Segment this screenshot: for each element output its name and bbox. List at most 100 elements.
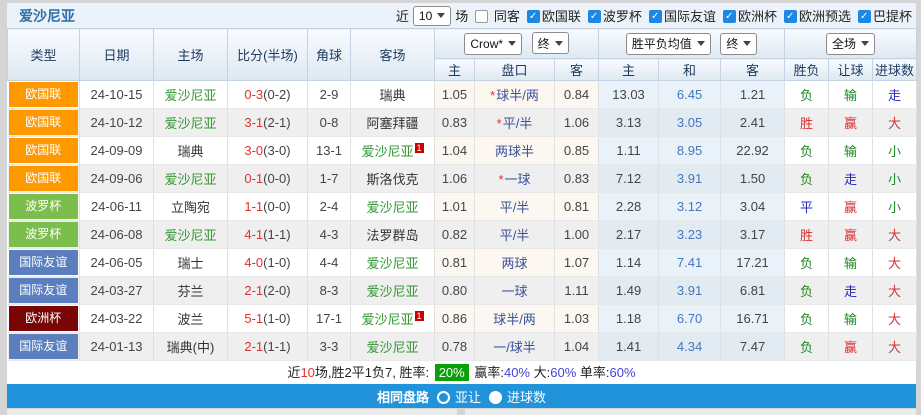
type-badge: 欧国联: [7, 80, 80, 109]
same-trend-radio-asia[interactable]: 亚让: [429, 387, 481, 406]
same-trend-radio-goals[interactable]: 进球数: [481, 387, 546, 406]
goals-result-cell: 大: [872, 332, 918, 361]
table-row: 欧国联 24-10-12 爱沙尼亚 3-1(2-1) 0-8 阿塞拜疆 0.83 *平/半 1.…: [7, 108, 918, 137]
europe-time-value: 终: [726, 37, 739, 51]
handicap-result-cell: 赢: [828, 332, 874, 361]
europe-mode-select[interactable]: 胜平负均值: [625, 32, 711, 55]
same-away-checkbox[interactable]: 同客: [468, 6, 520, 25]
europe-draw-odds: 3.23: [658, 220, 722, 249]
matches-tbody: 欧国联 24-10-15 爱沙尼亚 0-3(0-2) 2-9 瑞典 1.05 *球半/两 0.8…: [7, 80, 918, 361]
chevron-down-icon: [696, 41, 705, 50]
handicap-result-cell: 赢: [828, 220, 874, 249]
league-filters: 欧国联波罗杯国际友谊欧洲杯欧洲预选巴提杯: [520, 6, 912, 25]
league-filter-6[interactable]: 巴提杯: [851, 9, 912, 24]
handicap-result-cell: 输: [828, 304, 874, 333]
europe-time-select[interactable]: 终: [720, 32, 758, 55]
europe-draw-odds: 3.05: [658, 108, 722, 137]
type-badge: 欧国联: [7, 108, 80, 137]
goals-result-cell: 大: [872, 248, 918, 277]
corner-count: 4-3: [307, 220, 351, 249]
col-header-handicap: 盘口: [474, 58, 555, 81]
asia-time-select[interactable]: 终: [531, 32, 569, 55]
recent-count-select[interactable]: 10: [412, 5, 452, 26]
result-cell: 平: [784, 192, 830, 221]
stats-panel: 爱沙尼亚 近 10 场 同客 欧国联波罗杯国际友谊欧洲杯欧洲预选巴提杯: [7, 3, 918, 415]
league-filter-4[interactable]: 欧洲杯: [716, 9, 777, 24]
checkbox-checked-icon[interactable]: [587, 10, 601, 23]
checkbox-checked-icon[interactable]: [526, 10, 540, 23]
asia-away-odds: 0.83: [554, 164, 600, 193]
corner-count: 2-9: [307, 80, 351, 109]
filter-controls: 近 10 场 同客 欧国联波罗杯国际友谊欧洲杯欧洲预选巴提杯: [395, 5, 912, 26]
away-team: 爱沙尼亚: [350, 192, 435, 221]
table-row: 欧洲杯 24-03-22 波兰 5-1(1-0) 17-1 爱沙尼亚 1 0.86 球半/两 1.…: [7, 304, 918, 333]
result-cell: 负: [784, 332, 830, 361]
goals-result-cell: 小: [872, 192, 918, 221]
asia-handicap: 一/球半: [474, 332, 555, 361]
chevron-down-icon: [508, 41, 517, 50]
europe-draw-odds: 6.70: [658, 304, 722, 333]
league-filter-5[interactable]: 欧洲预选: [777, 9, 851, 24]
asia-handicap: *一球: [474, 164, 555, 193]
checkbox-checked-icon[interactable]: [783, 10, 797, 23]
chevron-down-icon: [437, 13, 446, 22]
away-team: 爱沙尼亚 1: [350, 136, 435, 165]
corner-count: 17-1: [307, 304, 351, 333]
matches-table: 类型 日期 主场 比分(半场) 角球 客场 Crow* 终 胜平负均值 终 全场…: [7, 28, 918, 361]
type-badge: 国际友谊: [7, 276, 80, 305]
score-cell: 3-1(2-1): [227, 108, 308, 137]
result-cell: 胜: [784, 108, 830, 137]
handicap-result-cell: 走: [828, 164, 874, 193]
table-row: 欧国联 24-09-06 爱沙尼亚 0-1(0-0) 1-7 斯洛伐克 1.06 *一球 0.8…: [7, 164, 918, 193]
table-row: 欧国联 24-09-09 瑞典 3-0(3-0) 13-1 爱沙尼亚 1 1.04 两球半 0.8…: [7, 136, 918, 165]
checkbox-checked-icon[interactable]: [857, 10, 871, 23]
asia-handicap: 平/半: [474, 220, 555, 249]
away-team: 阿塞拜疆: [350, 108, 435, 137]
col-header-type: 类型: [7, 28, 80, 81]
result-cell: 负: [784, 248, 830, 277]
asia-away-odds: 1.11: [554, 276, 600, 305]
europe-odds-group: 胜平负均值 终: [598, 28, 786, 59]
away-team: 爱沙尼亚: [350, 276, 435, 305]
col-header-handicap-result: 让球: [828, 58, 874, 81]
league-filter-1[interactable]: 欧国联: [520, 9, 581, 24]
col-header-corner: 角球: [307, 28, 351, 81]
corner-count: 4-4: [307, 248, 351, 277]
result-cell: 胜: [784, 220, 830, 249]
match-date: 24-09-06: [79, 164, 154, 193]
home-team: 爱沙尼亚: [153, 108, 228, 137]
asia-company-select[interactable]: Crow*: [464, 32, 523, 55]
same-away-label: 同客: [493, 9, 520, 24]
league-filter-2[interactable]: 波罗杯: [581, 9, 642, 24]
radio-unselected-icon[interactable]: [436, 390, 450, 404]
radio-selected-icon[interactable]: [489, 390, 502, 404]
table-row: 国际友谊 24-01-13 瑞典(中) 2-1(1-1) 3-3 爱沙尼亚 0.78 一/球半…: [7, 332, 918, 361]
type-badge: 国际友谊: [7, 248, 80, 277]
score-cell: 4-1(1-1): [227, 220, 308, 249]
home-team: 瑞典: [153, 136, 228, 165]
league-filter-3[interactable]: 国际友谊: [642, 9, 716, 24]
handicap-result-cell: 输: [828, 136, 874, 165]
europe-draw-odds: 3.12: [658, 192, 722, 221]
chevron-down-icon: [861, 41, 870, 50]
recent-count-value: 10: [418, 8, 433, 23]
europe-home-odds: 3.13: [598, 108, 660, 137]
scope-select[interactable]: 全场: [826, 32, 876, 55]
col-header-eu-draw: 和: [658, 58, 722, 81]
recent-label: 近: [395, 9, 409, 24]
europe-away-odds: 7.47: [720, 332, 786, 361]
goals-result-cell: 走: [872, 80, 918, 109]
checkbox-checked-icon[interactable]: [722, 10, 736, 23]
asia-away-odds: 0.85: [554, 136, 600, 165]
europe-draw-odds: 7.41: [658, 248, 722, 277]
asia-handicap: 平/半: [474, 192, 555, 221]
europe-away-odds: 17.21: [720, 248, 786, 277]
single-pct-label: 单率:: [579, 365, 610, 380]
europe-draw-odds: 8.95: [658, 136, 722, 165]
checkbox-checked-icon[interactable]: [648, 10, 662, 23]
radio-asia-label: 亚让: [454, 389, 481, 405]
type-badge: 欧国联: [7, 136, 80, 165]
goals-result-cell: 大: [872, 108, 918, 137]
col-header-eu-home: 主: [598, 58, 660, 81]
checkbox-unchecked-icon[interactable]: [475, 10, 489, 23]
